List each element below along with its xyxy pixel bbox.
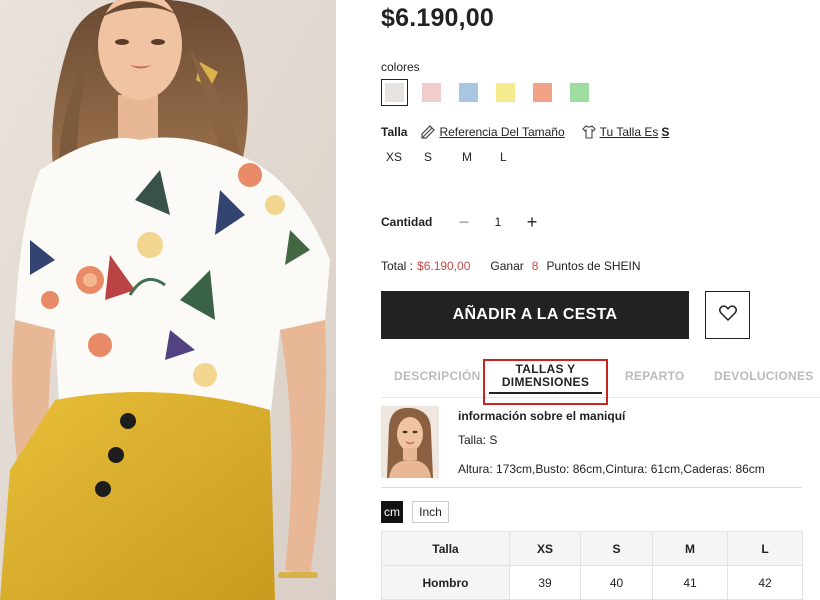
tab-descripcion[interactable]: DESCRIPCIÓN [394, 369, 481, 383]
unit-inch-button[interactable]: Inch [412, 501, 449, 523]
wishlist-button[interactable] [705, 291, 750, 339]
product-tabs: DESCRIPCIÓN TALLAS Y DIMENSIONES REPARTO… [381, 356, 820, 405]
color-swatches [381, 79, 603, 106]
quantity-label: Cantidad [381, 215, 433, 229]
size-row: Talla Referencia Del Tamaño Tu Talla Es … [381, 125, 686, 139]
size-reference-text: Referencia Del Tamaño [439, 125, 565, 139]
size-table-cell: 41 [652, 565, 728, 600]
add-to-cart-button[interactable]: AÑADIR A LA CESTA [381, 291, 689, 339]
total-row: Total : $6.190,00 Ganar 8 Puntos de SHEI… [381, 259, 641, 273]
quantity-decrease-button[interactable]: − [456, 212, 472, 232]
color-swatch-rosa[interactable] [418, 79, 445, 106]
earn-prefix: Ganar [490, 259, 524, 273]
color-swatch-amarillo[interactable] [492, 79, 519, 106]
size-reference-link[interactable]: Referencia Del Tamaño [421, 125, 565, 139]
product-photo[interactable] [0, 0, 336, 600]
color-swatch-azul[interactable] [455, 79, 482, 106]
size-table-cell: 39 [509, 565, 581, 600]
color-swatch-coral[interactable] [529, 79, 556, 106]
tshirt-icon [581, 125, 596, 139]
size-option-xs[interactable]: XS [381, 146, 419, 168]
size-option-l[interactable]: L [495, 146, 533, 168]
hanger-icon [421, 125, 436, 139]
earn-suffix: Puntos de SHEIN [546, 259, 641, 273]
color-swatch-blanco[interactable] [381, 79, 408, 106]
tab-reparto[interactable]: REPARTO [625, 369, 685, 383]
total-label: Total : [381, 259, 414, 273]
unit-cm-button[interactable]: cm [381, 501, 403, 523]
heart-icon [718, 304, 737, 326]
model-avatar [381, 406, 439, 478]
size-table-header: Talla XS S M L [381, 531, 803, 566]
size-option-m[interactable]: M [457, 146, 495, 168]
size-table-header-cell: L [727, 531, 803, 566]
model-info: información sobre el maniquí Talla: S Al… [381, 406, 802, 488]
quantity-increase-button[interactable]: + [524, 212, 540, 232]
quantity-stepper: Cantidad − 1 + [381, 212, 540, 232]
size-table-header-cell: XS [509, 531, 581, 566]
your-size-value: S [661, 125, 670, 139]
table-row: Hombro 39 40 41 42 [381, 565, 803, 600]
size-label: Talla [381, 125, 408, 139]
quantity-value[interactable]: 1 [472, 215, 524, 229]
tab-devoluciones[interactable]: DEVOLUCIONES [714, 369, 814, 383]
model-info-title: información sobre el maniquí [458, 409, 626, 423]
earn-points: 8 [531, 259, 539, 273]
your-size-prefix: Tu Talla Es [599, 125, 659, 139]
model-measurements: Altura: 173cm,Busto: 86cm,Cintura: 61cm,… [458, 462, 765, 476]
size-table-header-cell: S [580, 531, 653, 566]
your-size-link[interactable]: Tu Talla Es S [581, 125, 670, 139]
size-table-cell: 42 [727, 565, 803, 600]
color-swatch-verde[interactable] [566, 79, 593, 106]
size-table: Talla XS S M L Hombro 39 40 41 42 [381, 531, 803, 600]
tab-highlight-box [483, 359, 608, 405]
size-table-cell: 40 [580, 565, 653, 600]
product-info-panel: $6.190,00 colores Talla Referencia Del T… [381, 0, 820, 600]
unit-toggle: cm Inch [381, 501, 449, 523]
size-table-header-cell: Talla [381, 531, 510, 566]
model-size: Talla: S [458, 433, 498, 447]
size-options: XS S M L [381, 146, 533, 168]
size-table-row-label: Hombro [381, 565, 510, 600]
total-amount: $6.190,00 [417, 259, 471, 273]
size-option-s[interactable]: S [419, 146, 457, 168]
colors-label: colores [381, 60, 420, 74]
product-price: $6.190,00 [381, 4, 495, 32]
size-table-header-cell: M [652, 531, 728, 566]
